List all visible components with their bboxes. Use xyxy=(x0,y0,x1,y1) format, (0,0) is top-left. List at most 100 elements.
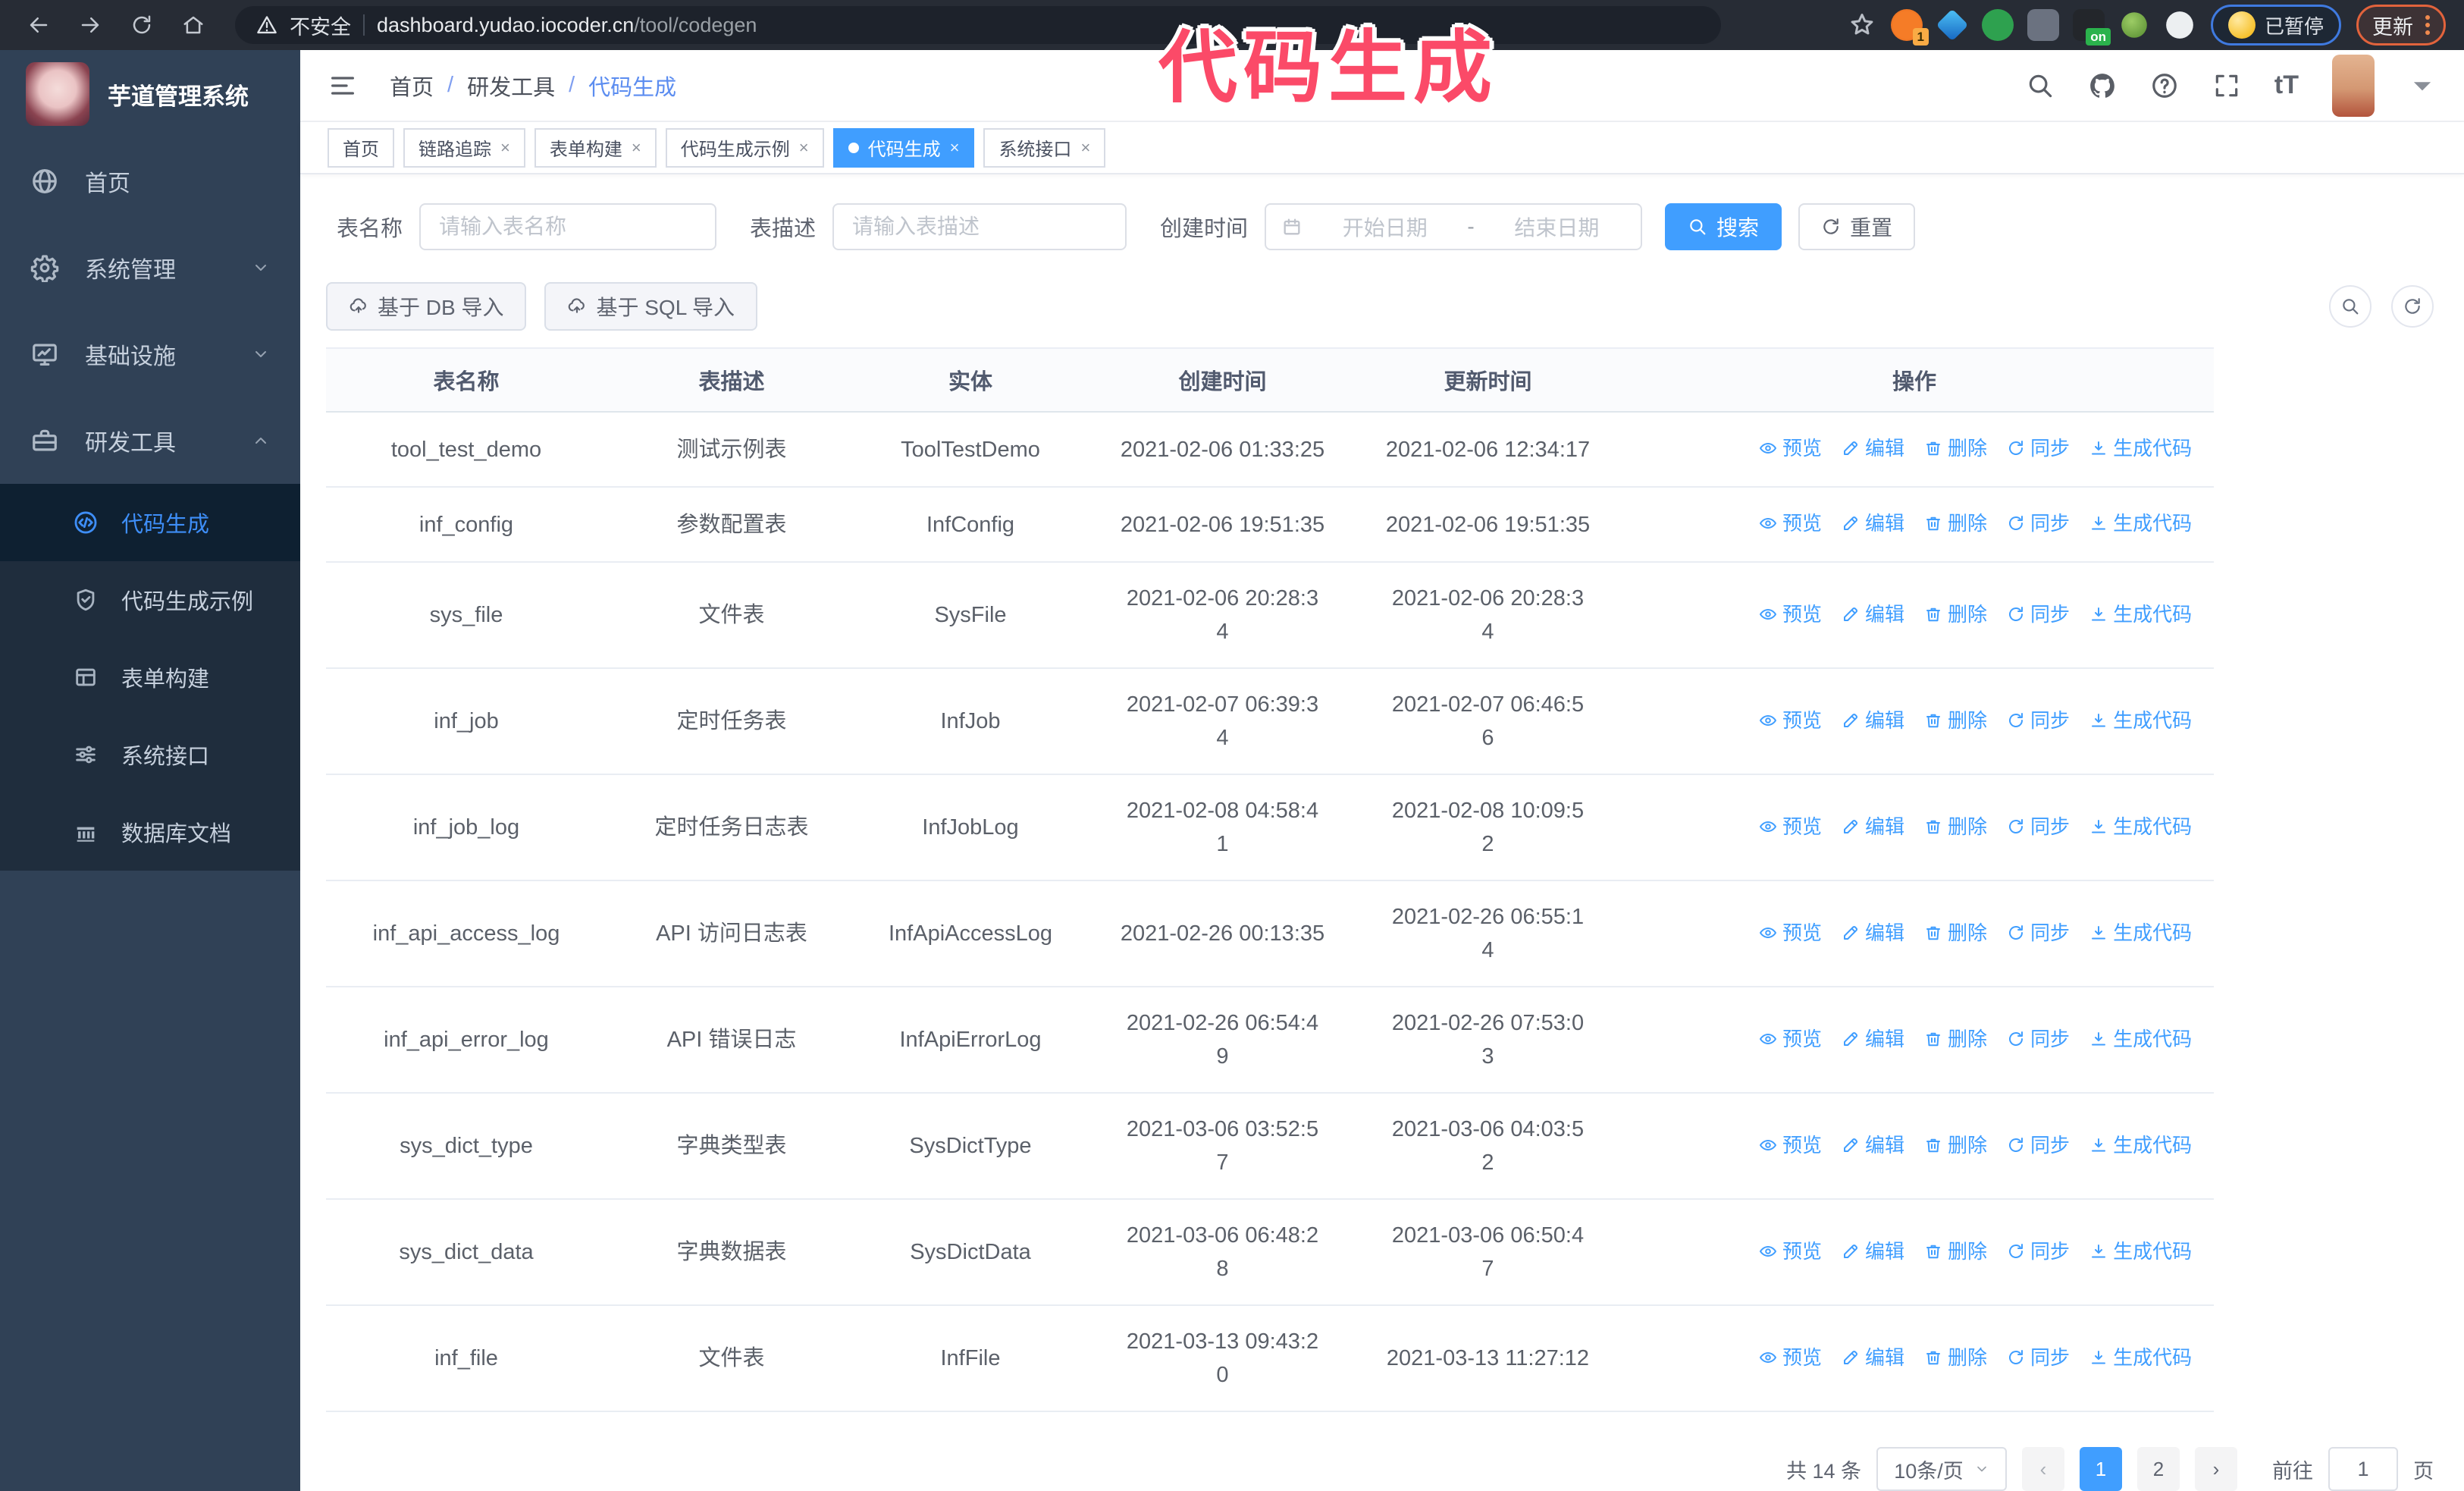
breadcrumb-item[interactable]: 首页 xyxy=(390,70,434,102)
op-编辑-link[interactable]: 编辑 xyxy=(1842,810,1904,843)
op-预览-link[interactable]: 预览 xyxy=(1759,916,1822,950)
op-删除-link[interactable]: 删除 xyxy=(1924,1128,1987,1162)
op-生成代码-link[interactable]: 生成代码 xyxy=(2089,507,2192,540)
op-同步-link[interactable]: 同步 xyxy=(2007,598,2070,631)
grid-extension-icon[interactable] xyxy=(2027,9,2059,41)
op-删除-link[interactable]: 删除 xyxy=(1924,1341,1987,1374)
op-编辑-link[interactable]: 编辑 xyxy=(1842,432,1904,465)
op-生成代码-link[interactable]: 生成代码 xyxy=(2089,432,2192,465)
sidebar-subitem-表单构建[interactable]: 表单构建 xyxy=(0,639,300,716)
goto-page-input[interactable] xyxy=(2328,1447,2398,1491)
table-desc-input[interactable] xyxy=(832,203,1127,250)
browser-update-button[interactable]: 更新 xyxy=(2356,5,2446,46)
search-button[interactable]: 搜索 xyxy=(1665,203,1782,250)
page-button-2[interactable]: 2 xyxy=(2137,1447,2180,1491)
op-生成代码-link[interactable]: 生成代码 xyxy=(2089,916,2192,950)
op-预览-link[interactable]: 预览 xyxy=(1759,810,1822,843)
table-name-input[interactable] xyxy=(419,203,717,250)
tab-close-icon[interactable]: × xyxy=(799,138,809,158)
sidebar-item-首页[interactable]: 首页 xyxy=(0,138,300,224)
tab-首页[interactable]: 首页 xyxy=(328,127,394,168)
prev-page-button[interactable]: ‹ xyxy=(2022,1447,2064,1491)
font-size-icon[interactable]: tT xyxy=(2274,71,2299,100)
tab-代码生成示例[interactable]: 代码生成示例 × xyxy=(665,127,824,168)
op-预览-link[interactable]: 预览 xyxy=(1759,507,1822,540)
green-check-extension-icon[interactable] xyxy=(1981,9,2014,41)
tab-表单构建[interactable]: 表单构建 × xyxy=(534,127,657,168)
op-同步-link[interactable]: 同步 xyxy=(2007,1235,2070,1268)
op-生成代码-link[interactable]: 生成代码 xyxy=(2089,598,2192,631)
sidebar-item-基础设施[interactable]: 基础设施 xyxy=(0,311,300,397)
op-同步-link[interactable]: 同步 xyxy=(2007,704,2070,737)
op-删除-link[interactable]: 删除 xyxy=(1924,916,1987,950)
puzzle-extension-icon[interactable] xyxy=(2166,11,2193,39)
tab-close-icon[interactable]: × xyxy=(950,138,960,158)
op-同步-link[interactable]: 同步 xyxy=(2007,1128,2070,1162)
op-预览-link[interactable]: 预览 xyxy=(1759,1235,1822,1268)
tab-链路追踪[interactable]: 链路追踪 × xyxy=(403,127,525,168)
blue-diamond-extension-icon[interactable] xyxy=(1936,8,1969,42)
op-删除-link[interactable]: 删除 xyxy=(1924,432,1987,465)
op-同步-link[interactable]: 同步 xyxy=(2007,507,2070,540)
date-range-picker[interactable]: 开始日期 - 结束日期 xyxy=(1265,203,1643,250)
green-bot-extension-icon[interactable] xyxy=(2121,12,2147,38)
op-生成代码-link[interactable]: 生成代码 xyxy=(2089,1235,2192,1268)
op-编辑-link[interactable]: 编辑 xyxy=(1842,1341,1904,1374)
user-avatar[interactable] xyxy=(2332,54,2375,117)
sidebar-logo-row[interactable]: 芋道管理系统 xyxy=(0,50,300,138)
header-search-icon[interactable] xyxy=(2026,71,2055,100)
op-同步-link[interactable]: 同步 xyxy=(2007,916,2070,950)
op-删除-link[interactable]: 删除 xyxy=(1924,1022,1987,1056)
op-生成代码-link[interactable]: 生成代码 xyxy=(2089,1341,2192,1374)
tab-系统接口[interactable]: 系统接口 × xyxy=(983,127,1106,168)
op-预览-link[interactable]: 预览 xyxy=(1759,1341,1822,1374)
op-编辑-link[interactable]: 编辑 xyxy=(1842,1128,1904,1162)
back-icon[interactable] xyxy=(18,5,59,46)
tab-close-icon[interactable]: × xyxy=(500,138,510,158)
op-预览-link[interactable]: 预览 xyxy=(1759,432,1822,465)
op-编辑-link[interactable]: 编辑 xyxy=(1842,1235,1904,1268)
op-同步-link[interactable]: 同步 xyxy=(2007,1022,2070,1056)
op-同步-link[interactable]: 同步 xyxy=(2007,432,2070,465)
tab-close-icon[interactable]: × xyxy=(1080,138,1090,158)
reset-button[interactable]: 重置 xyxy=(1798,203,1916,250)
bookmark-star-icon[interactable] xyxy=(1848,11,1876,39)
forward-icon[interactable] xyxy=(70,5,111,46)
import-db-button[interactable]: 基于 DB 导入 xyxy=(326,282,527,331)
toggle-search-button[interactable] xyxy=(2329,285,2372,328)
hamburger-icon[interactable] xyxy=(328,71,358,101)
op-预览-link[interactable]: 预览 xyxy=(1759,1128,1822,1162)
sidebar-subitem-系统接口[interactable]: 系统接口 xyxy=(0,716,300,793)
profile-paused-pill[interactable]: 已暂停 xyxy=(2210,5,2341,46)
op-预览-link[interactable]: 预览 xyxy=(1759,704,1822,737)
op-编辑-link[interactable]: 编辑 xyxy=(1842,1022,1904,1056)
op-编辑-link[interactable]: 编辑 xyxy=(1842,916,1904,950)
op-编辑-link[interactable]: 编辑 xyxy=(1842,507,1904,540)
refresh-table-button[interactable] xyxy=(2391,285,2434,328)
dark-on-extension-icon[interactable]: on xyxy=(2072,9,2111,46)
sidebar-subitem-代码生成[interactable]: 代码生成 xyxy=(0,484,300,561)
import-sql-button[interactable]: 基于 SQL 导入 xyxy=(544,282,758,331)
sidebar-item-研发工具[interactable]: 研发工具 xyxy=(0,397,300,484)
browser-menu-dots-icon[interactable] xyxy=(2425,15,2430,35)
next-page-button[interactable]: › xyxy=(2195,1447,2237,1491)
breadcrumb-item[interactable]: 研发工具 xyxy=(467,70,555,102)
op-编辑-link[interactable]: 编辑 xyxy=(1842,598,1904,631)
sidebar-item-系统管理[interactable]: 系统管理 xyxy=(0,224,300,311)
op-同步-link[interactable]: 同步 xyxy=(2007,1341,2070,1374)
orange-circle-extension-icon[interactable]: 1 xyxy=(1890,9,1929,46)
sidebar-subitem-数据库文档[interactable]: 数据库文档 xyxy=(0,793,300,871)
tab-close-icon[interactable]: × xyxy=(632,138,641,158)
help-icon[interactable] xyxy=(2150,71,2179,100)
op-生成代码-link[interactable]: 生成代码 xyxy=(2089,1128,2192,1162)
op-删除-link[interactable]: 删除 xyxy=(1924,810,1987,843)
fullscreen-icon[interactable] xyxy=(2212,71,2241,100)
op-生成代码-link[interactable]: 生成代码 xyxy=(2089,1022,2192,1056)
op-删除-link[interactable]: 删除 xyxy=(1924,598,1987,631)
op-生成代码-link[interactable]: 生成代码 xyxy=(2089,810,2192,843)
op-预览-link[interactable]: 预览 xyxy=(1759,1022,1822,1056)
op-删除-link[interactable]: 删除 xyxy=(1924,704,1987,737)
op-编辑-link[interactable]: 编辑 xyxy=(1842,704,1904,737)
page-button-1[interactable]: 1 xyxy=(2080,1447,2122,1491)
op-生成代码-link[interactable]: 生成代码 xyxy=(2089,704,2192,737)
